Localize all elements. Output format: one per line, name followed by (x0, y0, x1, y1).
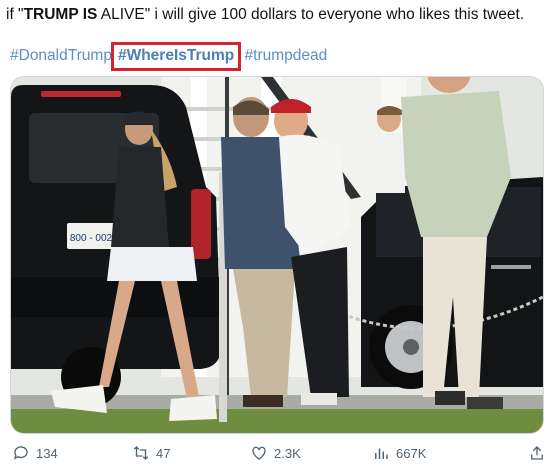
repost-action[interactable]: 47 (132, 444, 170, 462)
hashtag-row: #DonaldTrump #WhereIsTrump #trumpdead (10, 42, 327, 71)
license-plate-text: 800 - 002 (70, 233, 113, 244)
tweet-text-suffix: ALIVE" i will give 100 dollars to everyo… (97, 6, 525, 23)
tweet-text: if "TRUMP IS ALIVE" i will give 100 doll… (6, 5, 524, 25)
reply-count: 134 (36, 445, 58, 461)
like-icon (252, 446, 266, 460)
photo-illustration: 800 - 002 (11, 77, 543, 433)
person-boy (373, 106, 405, 193)
views-action[interactable]: 667K (372, 444, 426, 462)
reply-icon (13, 446, 28, 460)
repost-icon (133, 446, 149, 460)
hashtag-whereistrump-highlighted[interactable]: #WhereIsTrump (110, 42, 242, 71)
views-icon (375, 448, 388, 459)
view-count: 667K (396, 445, 427, 461)
reply-action[interactable]: 134 (12, 444, 58, 462)
tweet-photo[interactable]: 800 - 002 (10, 76, 544, 434)
tweet-text-prefix: if " (6, 6, 24, 23)
like-count: 2.3K (274, 445, 301, 461)
share-action[interactable] (528, 444, 546, 462)
tweet-action-bar: 134 47 2.3K 667K (0, 444, 560, 466)
hashtag-donaldtrump[interactable]: #DonaldTrump (10, 47, 112, 64)
repost-count: 47 (156, 445, 171, 461)
tweet-text-bold: TRUMP IS (23, 6, 98, 23)
hashtag-trumpdead[interactable]: #trumpdead (245, 47, 328, 64)
like-action[interactable]: 2.3K (250, 444, 301, 462)
share-icon (531, 446, 543, 460)
